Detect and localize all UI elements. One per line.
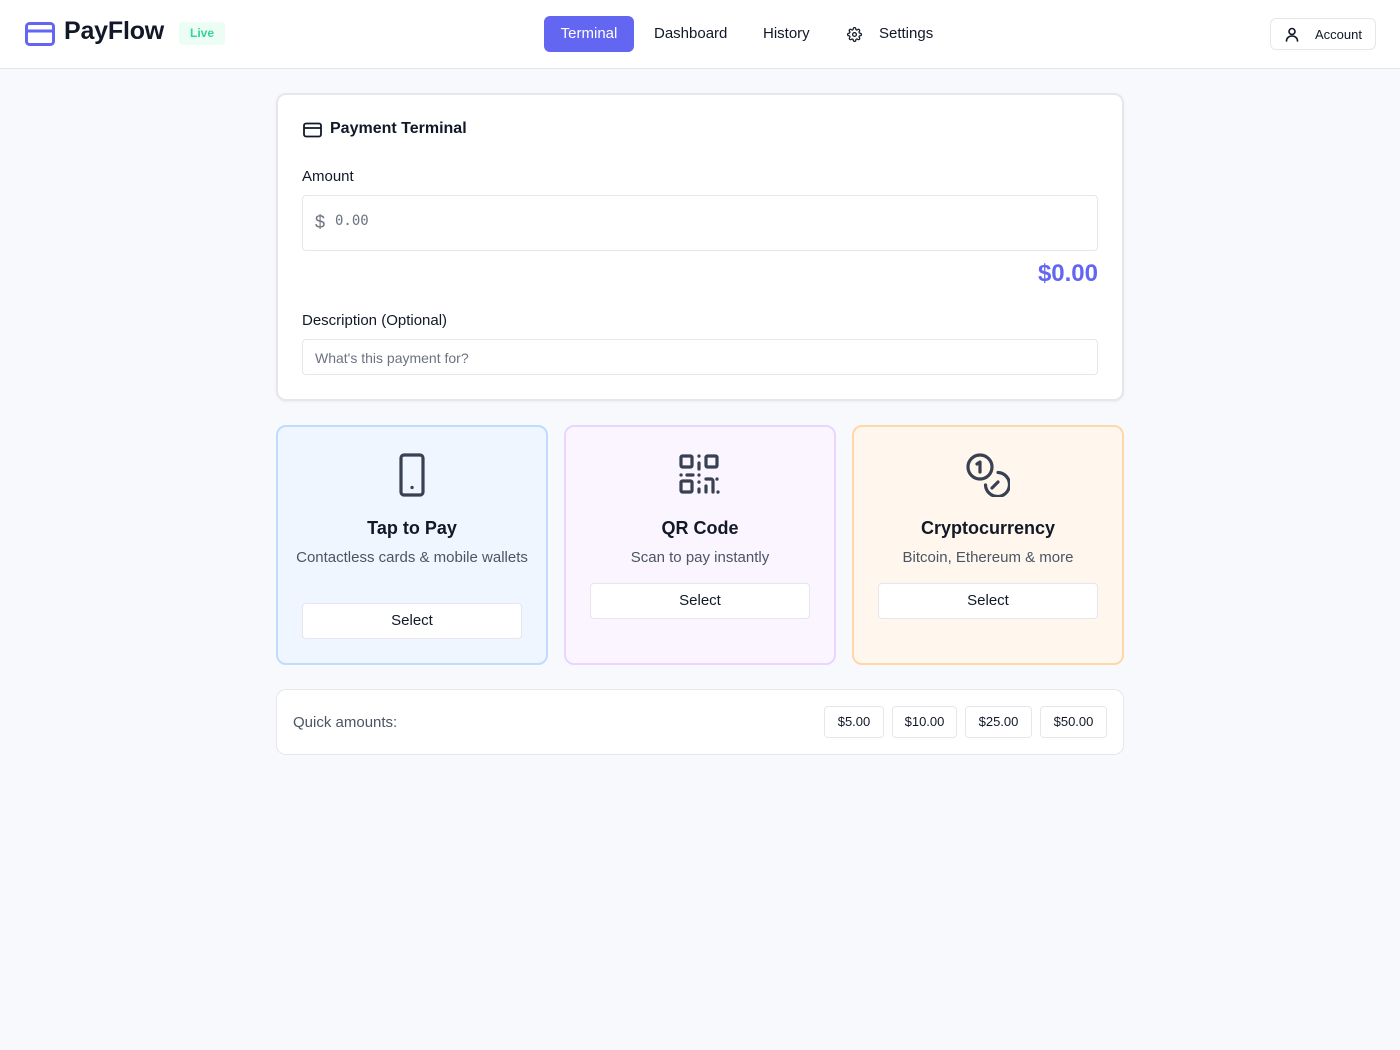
coins-icon (966, 453, 1010, 497)
method-subtitle: Scan to pay instantly (630, 549, 770, 566)
card-title: Payment Terminal (330, 120, 467, 137)
quick-amount-button[interactable]: $50.00 (1040, 706, 1107, 738)
account-button[interactable]: Account (1270, 18, 1376, 50)
method-title: Cryptocurrency (920, 518, 1056, 538)
method-subtitle: Bitcoin, Ethereum & more (902, 549, 1074, 566)
method-subtitle: Contactless cards & mobile wallets (296, 549, 528, 566)
description-placeholder: What's this payment for? (315, 350, 469, 366)
method-card-qr-code[interactable]: QR Code Scan to pay instantly Select (564, 425, 836, 665)
select-tap-to-pay-button[interactable]: Select (302, 603, 522, 639)
method-title: QR Code (661, 518, 739, 538)
account-label: Account (1315, 27, 1362, 42)
nav-tab-history[interactable]: History (763, 16, 810, 52)
app-name: PayFlow (64, 17, 165, 45)
amount-label: Amount (302, 168, 354, 185)
description-input[interactable]: What's this payment for? (302, 339, 1098, 375)
amount-placeholder: 0.00 (335, 213, 369, 229)
amount-display: $0.00 (1037, 260, 1098, 287)
amount-input[interactable]: $ 0.00 (302, 195, 1098, 251)
nav-tab-dashboard[interactable]: Dashboard (654, 16, 727, 52)
nav-tab-settings[interactable]: Settings (879, 16, 933, 52)
method-card-cryptocurrency[interactable]: Cryptocurrency Bitcoin, Ethereum & more … (852, 425, 1124, 665)
quick-amount-button[interactable]: $10.00 (892, 706, 957, 738)
credit-card-icon (303, 122, 322, 138)
gear-icon[interactable] (847, 27, 862, 42)
nav-tab-terminal[interactable]: Terminal (544, 16, 634, 52)
status-badge: Live (179, 22, 226, 45)
credit-card-logo-icon (25, 22, 55, 46)
quick-amounts-label: Quick amounts: (293, 714, 398, 731)
quick-amount-button[interactable]: $25.00 (965, 706, 1032, 738)
top-bar: PayFlow Live Terminal Dashboard History … (0, 0, 1400, 69)
dollar-sign-icon: $ (315, 212, 326, 232)
method-card-tap-to-pay[interactable]: Tap to Pay Contactless cards & mobile wa… (276, 425, 548, 665)
quick-amount-button[interactable]: $5.00 (824, 706, 884, 738)
quick-amounts-bar: Quick amounts: $5.00 $10.00 $25.00 $50.0… (276, 689, 1124, 755)
select-qr-code-button[interactable]: Select (590, 583, 810, 619)
smartphone-icon (399, 453, 425, 497)
qr-code-icon (679, 454, 720, 494)
method-title: Tap to Pay (367, 518, 457, 538)
select-cryptocurrency-button[interactable]: Select (878, 583, 1098, 619)
description-label: Description (Optional) (302, 312, 448, 329)
payment-terminal-card: Payment Terminal Amount $ 0.00 $0.00 Des… (276, 93, 1124, 401)
user-icon (1285, 27, 1299, 42)
